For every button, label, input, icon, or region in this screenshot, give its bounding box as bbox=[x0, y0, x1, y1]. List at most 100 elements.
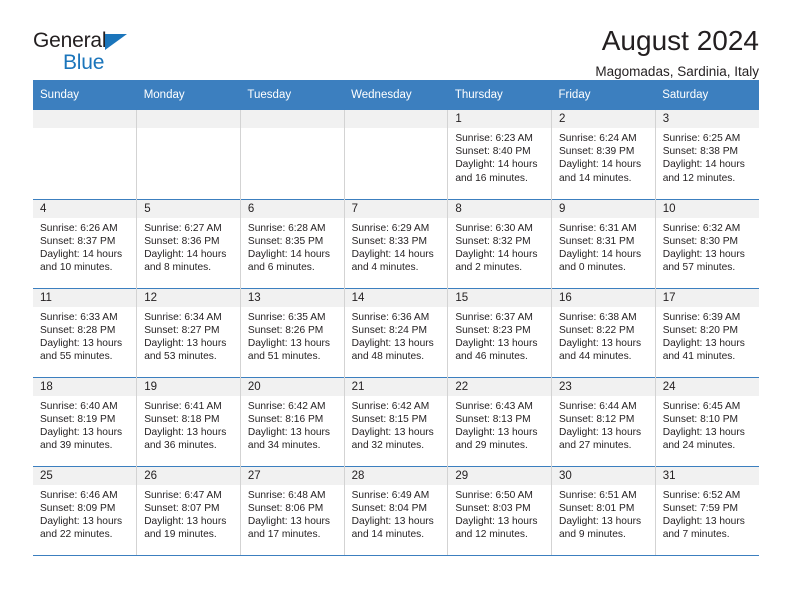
calendar-day-cell[interactable]: 13 Sunrise: 6:35 AM Sunset: 8:26 PM Dayligh… bbox=[239, 287, 345, 377]
calendar-day-cell[interactable]: 5 Sunrise: 6:27 AM Sunset: 8:36 PM Daylight… bbox=[136, 198, 241, 288]
sunset-text: Sunset: 8:22 PM bbox=[559, 324, 635, 336]
sunrise-text: Sunrise: 6:23 AM bbox=[455, 133, 533, 144]
day-number: 25 bbox=[33, 466, 137, 485]
daylight-text-line1: Daylight: 13 hours bbox=[247, 426, 331, 438]
day-number bbox=[240, 110, 344, 128]
day-details: Sunrise: 6:45 AM Sunset: 8:10 PM Daylight:… bbox=[656, 396, 759, 453]
calendar-day-cell[interactable]: 22 Sunrise: 6:43 AM Sunset: 8:13 PM Dayligh… bbox=[447, 376, 552, 466]
day-number: 19 bbox=[137, 377, 240, 396]
calendar-day-cell[interactable]: 31 Sunrise: 6:52 AM Sunset: 7:59 PM Dayligh… bbox=[654, 465, 759, 555]
sunset-text: Sunset: 8:10 PM bbox=[662, 413, 739, 425]
day-number: 28 bbox=[344, 466, 448, 485]
calendar-day-cell[interactable]: 6 Sunrise: 6:28 AM Sunset: 8:35 PM Daylight… bbox=[239, 198, 345, 288]
sunrise-text: Sunrise: 6:24 AM bbox=[559, 133, 637, 144]
sunrise-text: Sunrise: 6:41 AM bbox=[144, 400, 222, 412]
calendar-day-cell[interactable]: 7 Sunrise: 6:29 AM Sunset: 8:33 PM Daylight… bbox=[343, 198, 448, 288]
sunset-text: Sunset: 8:06 PM bbox=[247, 502, 324, 514]
title-block: August 2024 Magomadas, Sardinia, Italy bbox=[595, 26, 759, 80]
calendar-day-cell[interactable]: 18 Sunrise: 6:40 AM Sunset: 8:19 PM Dayligh… bbox=[33, 376, 137, 466]
day-details: Sunrise: 6:50 AM Sunset: 8:03 PM Daylight:… bbox=[448, 485, 551, 542]
calendar-day-cell[interactable]: 20 Sunrise: 6:42 AM Sunset: 8:16 PM Dayligh… bbox=[239, 376, 345, 466]
sunset-text: Sunset: 8:03 PM bbox=[455, 502, 531, 514]
sunset-text: Sunset: 8:15 PM bbox=[351, 413, 427, 425]
calendar-day-cell[interactable]: 19 Sunrise: 6:41 AM Sunset: 8:18 PM Dayligh… bbox=[136, 376, 241, 466]
day-details: Sunrise: 6:24 AM Sunset: 8:39 PM Daylight:… bbox=[552, 128, 655, 185]
daylight-text-line1: Daylight: 13 hours bbox=[40, 515, 123, 527]
calendar-day-cell[interactable]: 3 Sunrise: 6:25 AM Sunset: 8:38 PM Daylight… bbox=[654, 110, 759, 199]
daylight-text-line2: and 41 minutes. bbox=[662, 351, 736, 363]
day-number: 27 bbox=[240, 466, 344, 485]
calendar-page: General Blue August 2024 Magomadas, Sard… bbox=[0, 0, 792, 612]
day-number: 7 bbox=[344, 199, 448, 218]
day-number: 16 bbox=[552, 288, 655, 307]
sunrise-text: Sunrise: 6:32 AM bbox=[662, 222, 741, 234]
brand-logo[interactable]: General Blue bbox=[33, 26, 153, 73]
calendar-day-cell[interactable]: 24 Sunrise: 6:45 AM Sunset: 8:10 PM Dayligh… bbox=[654, 376, 759, 466]
weekday-header-friday: Friday bbox=[551, 80, 656, 110]
calendar-day-cell[interactable]: 1 Sunrise: 6:23 AM Sunset: 8:40 PM Daylight… bbox=[447, 110, 552, 199]
calendar-day-cell[interactable]: 27 Sunrise: 6:48 AM Sunset: 8:06 PM Dayligh… bbox=[239, 465, 345, 555]
calendar-day-cell[interactable]: 28 Sunrise: 6:49 AM Sunset: 8:04 PM Dayligh… bbox=[343, 465, 448, 555]
daylight-text-line2: and 4 minutes. bbox=[351, 262, 419, 274]
calendar-day-cell[interactable]: 23 Sunrise: 6:44 AM Sunset: 8:12 PM Dayligh… bbox=[551, 376, 656, 466]
daylight-text-line2: and 10 minutes. bbox=[40, 262, 113, 274]
calendar-day-cell[interactable]: 26 Sunrise: 6:47 AM Sunset: 8:07 PM Dayligh… bbox=[136, 465, 241, 555]
sunset-text: Sunset: 8:18 PM bbox=[144, 413, 220, 425]
daylight-text-line1: Daylight: 13 hours bbox=[351, 426, 434, 438]
day-number: 18 bbox=[33, 377, 137, 396]
day-details: Sunrise: 6:35 AM Sunset: 8:26 PM Daylight:… bbox=[241, 307, 344, 364]
calendar-day-cell-empty bbox=[343, 110, 448, 199]
daylight-text-line2: and 36 minutes. bbox=[144, 440, 217, 452]
weekday-header-wednesday: Wednesday bbox=[344, 80, 448, 110]
daylight-text-line1: Daylight: 14 hours bbox=[40, 248, 123, 260]
calendar-day-cell[interactable]: 9 Sunrise: 6:31 AM Sunset: 8:31 PM Daylight… bbox=[551, 198, 656, 288]
day-details: Sunrise: 6:49 AM Sunset: 8:04 PM Daylight:… bbox=[345, 485, 448, 542]
daylight-text-line2: and 24 minutes. bbox=[662, 440, 736, 452]
calendar-body: 1 Sunrise: 6:23 AM Sunset: 8:40 PM Daylight… bbox=[33, 110, 759, 555]
calendar-day-cell[interactable]: 15 Sunrise: 6:37 AM Sunset: 8:23 PM Dayligh… bbox=[447, 287, 552, 377]
sunrise-text: Sunrise: 6:34 AM bbox=[144, 311, 222, 323]
calendar-day-cell[interactable]: 2 Sunrise: 6:24 AM Sunset: 8:39 PM Daylight… bbox=[551, 110, 656, 199]
daylight-text-line2: and 12 minutes. bbox=[662, 172, 736, 184]
calendar-day-cell[interactable]: 30 Sunrise: 6:51 AM Sunset: 8:01 PM Dayligh… bbox=[551, 465, 656, 555]
daylight-text-line2: and 51 minutes. bbox=[247, 351, 321, 363]
calendar-day-cell[interactable]: 10 Sunrise: 6:32 AM Sunset: 8:30 PM Dayligh… bbox=[654, 198, 759, 288]
daylight-text-line1: Daylight: 13 hours bbox=[144, 337, 227, 349]
calendar-week-row: 18 Sunrise: 6:40 AM Sunset: 8:19 PM Dayligh… bbox=[33, 376, 759, 466]
day-details: Sunrise: 6:37 AM Sunset: 8:23 PM Daylight:… bbox=[448, 307, 551, 364]
calendar-day-cell[interactable]: 17 Sunrise: 6:39 AM Sunset: 8:20 PM Dayligh… bbox=[654, 287, 759, 377]
sunset-text: Sunset: 8:32 PM bbox=[455, 235, 531, 247]
day-number: 24 bbox=[655, 377, 759, 396]
page-subtitle: Magomadas, Sardinia, Italy bbox=[595, 64, 759, 80]
daylight-text-line1: Daylight: 13 hours bbox=[559, 426, 642, 438]
daylight-text-line2: and 48 minutes. bbox=[351, 351, 425, 363]
calendar-day-cell-empty bbox=[136, 110, 241, 199]
daylight-text-line2: and 44 minutes. bbox=[559, 351, 632, 363]
sunset-text: Sunset: 8:33 PM bbox=[351, 235, 427, 247]
calendar-day-cell[interactable]: 4 Sunrise: 6:26 AM Sunset: 8:37 PM Daylight… bbox=[33, 198, 137, 288]
day-number: 4 bbox=[33, 199, 137, 218]
day-number: 8 bbox=[448, 199, 552, 218]
day-number: 5 bbox=[137, 199, 240, 218]
sunrise-text: Sunrise: 6:38 AM bbox=[559, 311, 637, 323]
day-number: 26 bbox=[137, 466, 240, 485]
sunset-text: Sunset: 8:01 PM bbox=[559, 502, 635, 514]
calendar-day-cell[interactable]: 11 Sunrise: 6:33 AM Sunset: 8:28 PM Dayligh… bbox=[33, 287, 137, 377]
sunrise-text: Sunrise: 6:27 AM bbox=[144, 222, 222, 234]
sunset-text: Sunset: 8:13 PM bbox=[455, 413, 531, 425]
calendar-day-cell[interactable]: 8 Sunrise: 6:30 AM Sunset: 8:32 PM Daylight… bbox=[447, 198, 552, 288]
sunset-text: Sunset: 8:36 PM bbox=[144, 235, 220, 247]
calendar-day-cell[interactable]: 16 Sunrise: 6:38 AM Sunset: 8:22 PM Dayligh… bbox=[551, 287, 656, 377]
day-number bbox=[33, 110, 137, 128]
calendar-day-cell[interactable]: 14 Sunrise: 6:36 AM Sunset: 8:24 PM Dayligh… bbox=[343, 287, 448, 377]
calendar-day-cell[interactable]: 25 Sunrise: 6:46 AM Sunset: 8:09 PM Dayligh… bbox=[33, 465, 137, 555]
daylight-text-line1: Daylight: 14 hours bbox=[455, 159, 538, 171]
daylight-text-line2: and 16 minutes. bbox=[455, 172, 528, 184]
day-number: 13 bbox=[240, 288, 344, 307]
page-header: General Blue August 2024 Magomadas, Sard… bbox=[33, 0, 759, 80]
daylight-text-line2: and 17 minutes. bbox=[247, 529, 321, 541]
calendar-day-cell[interactable]: 12 Sunrise: 6:34 AM Sunset: 8:27 PM Dayligh… bbox=[136, 287, 241, 377]
day-details: Sunrise: 6:52 AM Sunset: 7:59 PM Daylight:… bbox=[656, 485, 759, 542]
calendar-day-cell[interactable]: 29 Sunrise: 6:50 AM Sunset: 8:03 PM Dayligh… bbox=[447, 465, 552, 555]
calendar-day-cell[interactable]: 21 Sunrise: 6:42 AM Sunset: 8:15 PM Dayligh… bbox=[343, 376, 448, 466]
